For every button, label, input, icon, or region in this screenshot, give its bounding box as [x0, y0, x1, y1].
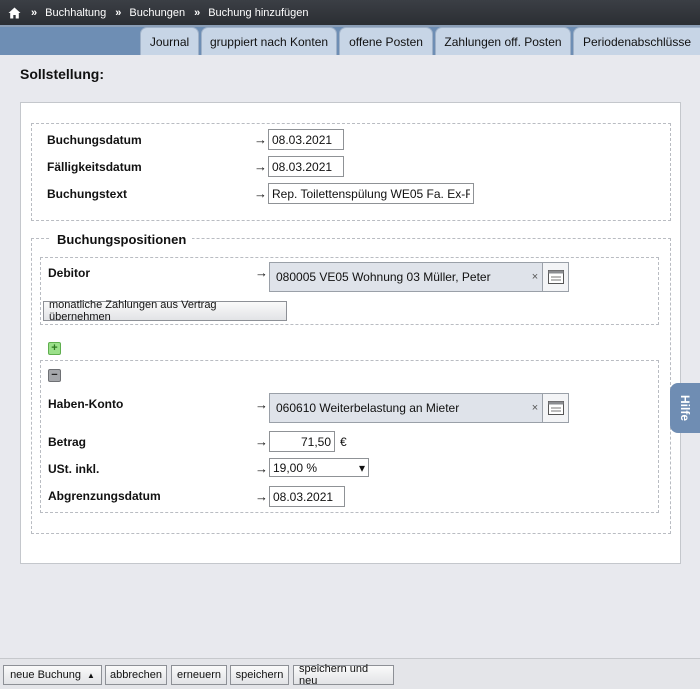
new-booking-button[interactable]: neue Buchung ▲: [3, 665, 102, 685]
haben-konto-combobox[interactable]: 060610 Weiterbelastung an Mieter ×: [269, 393, 569, 423]
ust-select[interactable]: 19,00 % ▾: [269, 458, 369, 477]
arrow-icon: →: [255, 397, 268, 412]
triangle-up-icon: ▲: [87, 670, 95, 680]
help-tab[interactable]: Hilfe: [670, 383, 700, 433]
breadcrumb-separator: »: [194, 6, 201, 19]
save-button[interactable]: speichern: [230, 665, 289, 685]
breadcrumb: » Buchhaltung » Buchungen » Buchung hinz…: [0, 0, 700, 27]
positions-legend: Buchungspositionen: [51, 232, 193, 247]
arrow-icon: →: [255, 265, 268, 280]
arrow-icon: →: [255, 434, 268, 449]
betrag-input[interactable]: [269, 431, 335, 452]
breadcrumb-separator: »: [31, 6, 38, 19]
clear-icon[interactable]: ×: [528, 271, 542, 283]
page-title: Sollstellung:: [20, 66, 104, 82]
buchungsdatum-input[interactable]: [268, 129, 344, 150]
arrow-icon: →: [254, 132, 267, 147]
renew-button[interactable]: erneuern: [171, 665, 227, 685]
buchungstext-input[interactable]: [268, 183, 474, 204]
arrow-icon: →: [254, 159, 267, 174]
picker-icon[interactable]: [542, 394, 568, 422]
breadcrumb-item-current: Buchung hinzufügen: [208, 6, 309, 19]
arrow-icon: →: [254, 186, 267, 201]
chevron-down-icon: ▾: [358, 460, 365, 475]
debitor-combobox[interactable]: 080005 VE05 Wohnung 03 Müller, Peter ×: [269, 262, 569, 292]
abgrenzungsdatum-label: Abgrenzungsdatum: [48, 489, 161, 503]
tab-zahlungen-off-posten[interactable]: Zahlungen off. Posten: [435, 27, 571, 55]
buchungstext-label: Buchungstext: [47, 187, 128, 201]
home-icon[interactable]: [8, 6, 22, 20]
cancel-button[interactable]: abbrechen: [105, 665, 167, 685]
faelligkeitsdatum-input[interactable]: [268, 156, 344, 177]
add-icon[interactable]: +: [48, 342, 61, 355]
remove-icon[interactable]: −: [48, 369, 61, 382]
save-and-new-button[interactable]: speichern und neu: [293, 663, 394, 687]
debitor-label: Debitor: [48, 266, 90, 280]
tab-strip: Journal gruppiert nach Konten offene Pos…: [0, 27, 700, 55]
new-booking-label: neue Buchung: [10, 669, 82, 681]
clear-icon[interactable]: ×: [528, 402, 542, 414]
debitor-value: 080005 VE05 Wohnung 03 Müller, Peter: [276, 270, 491, 284]
help-label: Hilfe: [677, 394, 692, 422]
haben-konto-label: Haben-Konto: [48, 397, 124, 411]
ust-label: USt. inkl.: [48, 462, 100, 476]
haben-konto-value: 060610 Weiterbelastung an Mieter: [276, 401, 460, 415]
abgrenzungsdatum-input[interactable]: [269, 486, 345, 507]
arrow-icon: →: [255, 461, 268, 476]
footer-toolbar: neue Buchung ▲ abbrechen erneuern speich…: [0, 658, 700, 689]
arrow-icon: →: [255, 489, 268, 504]
tab-journal[interactable]: Journal: [140, 27, 199, 55]
tab-periodenabschluesse[interactable]: Periodenabschlüsse: [573, 27, 700, 55]
breadcrumb-separator: »: [115, 6, 122, 19]
tab-gruppiert-nach-konten[interactable]: gruppiert nach Konten: [201, 27, 337, 55]
tab-offene-posten[interactable]: offene Posten: [339, 27, 433, 55]
form-panel: Buchungsdatum → Fälligkeitsdatum → Buchu…: [20, 102, 681, 564]
faelligkeitsdatum-label: Fälligkeitsdatum: [47, 160, 142, 174]
buchungsdatum-label: Buchungsdatum: [47, 133, 142, 147]
breadcrumb-item-buchhaltung[interactable]: Buchhaltung: [45, 7, 106, 19]
betrag-label: Betrag: [48, 435, 87, 449]
picker-icon[interactable]: [542, 263, 568, 291]
monthly-payments-button[interactable]: monatliche Zahlungen aus Vertrag überneh…: [43, 299, 287, 323]
breadcrumb-item-buchungen[interactable]: Buchungen: [129, 7, 185, 19]
currency-label: €: [340, 435, 347, 449]
ust-selected-value: 19,00 %: [273, 460, 318, 475]
